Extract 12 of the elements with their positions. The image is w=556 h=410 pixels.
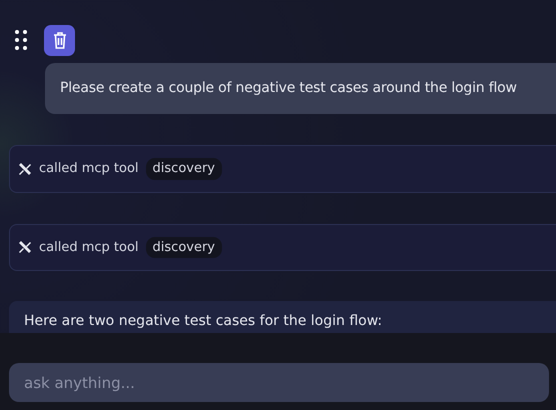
assistant-message: Here are two negative test cases for the login flow:: [9, 301, 556, 333]
tool-name-tag: discovery: [146, 236, 222, 258]
tool-call-label: called mcp tool: [39, 238, 139, 256]
user-message: Please create a couple of negative test cases around the login flow: [45, 63, 556, 114]
drag-handle[interactable]: [14, 29, 28, 51]
tool-name-tag: discovery: [146, 158, 222, 180]
trash-icon: [52, 32, 66, 48]
delete-button[interactable]: [44, 24, 75, 56]
tools-icon: [18, 240, 32, 254]
message-input[interactable]: ask anything...: [9, 363, 549, 402]
tool-call-label: called mcp tool: [39, 160, 139, 178]
tools-icon: [18, 162, 32, 176]
